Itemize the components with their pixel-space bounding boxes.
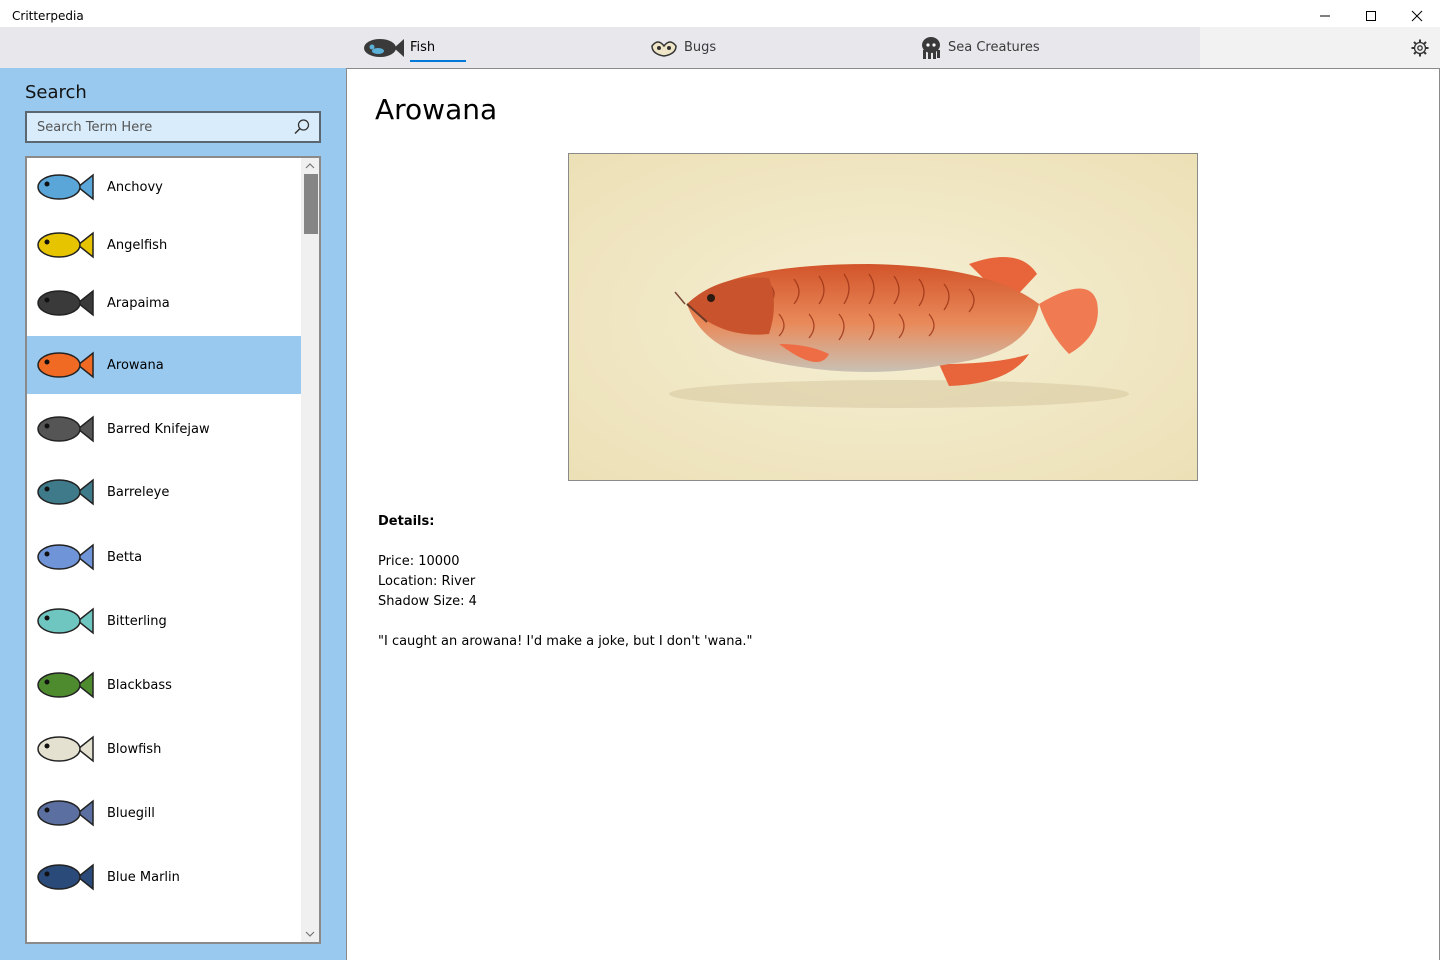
search-box (25, 111, 321, 143)
list-item[interactable]: Arapaima (27, 274, 301, 332)
app-title: Critterpedia (12, 9, 84, 23)
search-icon[interactable] (293, 118, 311, 136)
list-item[interactable]: Blowfish (27, 720, 301, 778)
list-item[interactable]: Bitterling (27, 592, 301, 650)
list-item-label: Arapaima (107, 295, 170, 311)
details-label: Details: (378, 514, 435, 529)
gear-icon (1411, 39, 1429, 57)
list-item-label: Blue Marlin (107, 869, 180, 885)
page-title: Arowana (375, 93, 498, 126)
fish-thumbnail-icon (37, 478, 94, 506)
location-text: Location: River (378, 574, 476, 589)
bug-icon (651, 40, 677, 57)
fish-thumbnail-icon (37, 863, 94, 891)
close-icon (1411, 10, 1423, 22)
fish-thumbnail-icon (37, 415, 94, 443)
scroll-thumb[interactable] (304, 174, 318, 234)
list-item-label: Barred Knifejaw (107, 421, 210, 437)
details-section: Details: Price: 10000 Location: River Sh… (378, 512, 753, 652)
list-item-label: Bluegill (107, 805, 155, 821)
detail-panel: Arowana Details: Price: 10000 Location: … (346, 68, 1440, 960)
tab-bugs[interactable]: Bugs (650, 27, 716, 68)
list-item-label: Angelfish (107, 237, 168, 253)
list-item[interactable]: Barred Knifejaw (27, 400, 301, 458)
fish-thumbnail-icon (37, 173, 94, 201)
list-item[interactable]: Barreleye (27, 463, 301, 521)
list-item-label: Blackbass (107, 677, 172, 693)
tab-bugs-label: Bugs (684, 40, 717, 55)
list-item-label: Bitterling (107, 613, 167, 629)
fish-icon (364, 38, 404, 57)
search-heading: Search (25, 82, 87, 103)
list-item[interactable]: Arowana (27, 336, 301, 394)
scroll-up-button[interactable] (301, 158, 319, 174)
shadow-size-text: Shadow Size: 4 (378, 594, 477, 609)
maximize-icon (1366, 11, 1376, 21)
list-item[interactable]: Betta (27, 528, 301, 586)
search-input[interactable] (27, 119, 277, 135)
nav-bar: Fish Bugs Sea Creatures (0, 27, 1440, 68)
list-item-label: Anchovy (107, 179, 163, 195)
fish-thumbnail-icon (37, 289, 94, 317)
chevron-up-icon (305, 163, 315, 169)
fish-thumbnail-icon (37, 351, 94, 379)
fish-thumbnail-icon (37, 543, 94, 571)
fish-thumbnail-icon (37, 735, 94, 763)
fish-thumbnail-icon (37, 799, 94, 827)
settings-button[interactable] (1408, 36, 1432, 60)
arowana-illustration (569, 154, 1197, 480)
sidebar: Search Anchovy Angelfish Arapaima Arowana Ba… (0, 68, 346, 960)
octopus-icon (922, 36, 940, 59)
list-item[interactable]: Angelfish (27, 216, 301, 274)
list-item[interactable]: Blackbass (27, 656, 301, 714)
tab-sea-creatures-label: Sea Creatures (948, 40, 1040, 55)
list-item[interactable]: Blue Marlin (27, 848, 301, 906)
fish-thumbnail-icon (37, 231, 94, 259)
critter-image (568, 153, 1198, 481)
tab-fish-label: Fish (410, 40, 436, 55)
list-item[interactable]: Bluegill (27, 784, 301, 842)
price-text: Price: 10000 (378, 554, 460, 569)
scroll-down-button[interactable] (301, 926, 319, 942)
list-item-label: Betta (107, 549, 143, 565)
fish-list[interactable]: Anchovy Angelfish Arapaima Arowana Barred Kn… (25, 156, 321, 944)
selected-tab-indicator (410, 60, 466, 62)
catch-quote: "I caught an arowana! I'd make a joke, b… (378, 634, 753, 649)
list-item-label: Arowana (107, 357, 164, 373)
fish-thumbnail-icon (37, 607, 94, 635)
minimize-icon (1320, 15, 1330, 17)
list-item-label: Blowfish (107, 741, 162, 757)
tab-sea-creatures[interactable]: Sea Creatures (920, 27, 1040, 68)
list-item[interactable]: Anchovy (27, 158, 301, 216)
chevron-down-icon (305, 931, 315, 937)
list-item-label: Barreleye (107, 484, 170, 500)
scrollbar[interactable] (301, 158, 319, 942)
fish-thumbnail-icon (37, 671, 94, 699)
